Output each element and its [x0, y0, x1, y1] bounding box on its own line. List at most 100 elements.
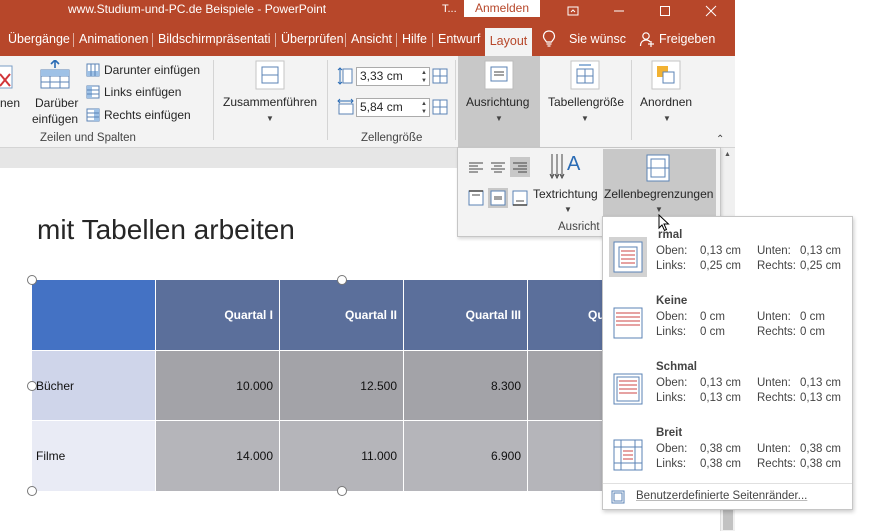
- tab-hilfe[interactable]: Hilfe: [402, 32, 427, 46]
- tab-ansicht[interactable]: Ansicht: [351, 32, 392, 46]
- row-height-icon: [337, 67, 353, 88]
- align-top-icon[interactable]: [466, 188, 486, 208]
- text-direction-label[interactable]: Textrichtung: [533, 187, 598, 201]
- insert-above-label-line1[interactable]: Darüber: [35, 96, 78, 110]
- insert-above-icon[interactable]: [39, 58, 71, 93]
- tab-ueberpruefen[interactable]: Überprüfen: [281, 32, 344, 46]
- chevron-down-icon[interactable]: ▼: [266, 114, 274, 123]
- column-width-input[interactable]: 5,84 cm ▲ ▼: [356, 98, 430, 117]
- align-middle-icon[interactable]: [488, 188, 508, 208]
- insert-below-label[interactable]: Darunter einfügen: [104, 63, 200, 77]
- lightbulb-icon[interactable]: [542, 30, 556, 50]
- person-icon[interactable]: [639, 31, 655, 50]
- minimize-icon[interactable]: [596, 0, 642, 24]
- spin-up-icon[interactable]: ▲: [421, 69, 427, 77]
- arrange-label[interactable]: Anordnen: [640, 95, 692, 109]
- resize-handle[interactable]: [337, 275, 347, 285]
- chevron-down-icon[interactable]: ▼: [663, 114, 671, 123]
- tab-separator: [275, 33, 276, 47]
- margin-right-value: 0,25 cm: [800, 260, 841, 272]
- tell-me-search[interactable]: Sie wünsc: [569, 32, 626, 46]
- table-header-cell[interactable]: Quartal II: [280, 280, 403, 350]
- distribute-rows-icon[interactable]: [432, 67, 448, 88]
- insert-left-icon[interactable]: [86, 85, 100, 102]
- insert-below-icon[interactable]: [86, 63, 100, 80]
- arrange-icon[interactable]: [651, 60, 681, 93]
- distribute-columns-icon[interactable]: [432, 98, 448, 119]
- slide-title[interactable]: mit Tabellen arbeiten: [37, 214, 295, 246]
- custom-margins-item[interactable]: Benutzerdefinierte Seitenränder...: [603, 483, 852, 509]
- context-tab-title[interactable]: T...: [442, 3, 457, 15]
- table-size-label[interactable]: Tabellengröße: [548, 95, 624, 109]
- tab-animationen[interactable]: Animationen: [79, 32, 149, 46]
- spin-down-icon[interactable]: ▼: [421, 108, 427, 116]
- close-icon[interactable]: [688, 0, 734, 24]
- spin-down-icon[interactable]: ▼: [421, 77, 427, 85]
- group-divider: [455, 60, 456, 140]
- share-button[interactable]: Freigeben: [659, 32, 715, 46]
- insert-right-label[interactable]: Rechts einfügen: [104, 108, 191, 122]
- table-size-icon[interactable]: [570, 60, 600, 93]
- alignment-button[interactable]: Ausrichtung ▼: [458, 56, 540, 148]
- insert-left-label[interactable]: Links einfügen: [104, 85, 181, 99]
- margin-option-none[interactable]: Keine Oben: 0 cm Unten: 0 cm Links: 0 cm…: [603, 289, 852, 355]
- tab-entwurf[interactable]: Entwurf: [438, 32, 480, 46]
- chevron-down-icon[interactable]: ▼: [581, 114, 589, 123]
- margin-option-narrow[interactable]: Schmal Oben: 0,13 cm Unten: 0,13 cm Link…: [603, 355, 852, 421]
- table-cell[interactable]: 12.500: [280, 351, 403, 420]
- spin-up-icon[interactable]: ▲: [421, 100, 427, 108]
- margin-left-value: 0 cm: [700, 326, 725, 338]
- table-header-cell[interactable]: Quartal III: [404, 280, 527, 350]
- table-row-label[interactable]: Bücher: [32, 351, 155, 420]
- insert-above-label-line2[interactable]: einfügen: [32, 112, 78, 126]
- margin-top-value: 0,38 cm: [700, 443, 741, 455]
- resize-handle[interactable]: [27, 275, 37, 285]
- text-direction-icon[interactable]: A: [548, 150, 586, 187]
- scroll-thumb[interactable]: [723, 508, 733, 530]
- ribbon-display-options-icon[interactable]: [550, 0, 596, 24]
- merge-label[interactable]: Zusammenführen: [223, 95, 317, 109]
- table-cell[interactable]: 8.300: [404, 351, 527, 420]
- table-row-label[interactable]: Filme: [32, 421, 155, 491]
- table-cell[interactable]: 10.000: [156, 351, 279, 420]
- align-left-icon[interactable]: [466, 157, 486, 177]
- margin-left-label: Links:: [656, 326, 687, 338]
- margin-top-label: Oben:: [656, 245, 688, 257]
- maximize-icon[interactable]: [642, 0, 688, 24]
- resize-handle[interactable]: [337, 486, 347, 496]
- align-bottom-icon[interactable]: [510, 188, 530, 208]
- delete-table-icon[interactable]: [0, 64, 14, 97]
- table-cell[interactable]: [528, 421, 603, 491]
- tab-uebergaenge[interactable]: Übergänge: [8, 32, 70, 46]
- chevron-down-icon[interactable]: ▼: [564, 205, 572, 214]
- table-header-cell[interactable]: Qu: [528, 280, 605, 350]
- merge-icon[interactable]: [255, 60, 285, 93]
- group-label-alignment: Ausricht: [558, 221, 600, 233]
- insert-right-icon[interactable]: [86, 108, 100, 125]
- table-cell[interactable]: 6.900: [404, 421, 527, 491]
- table-header-cell[interactable]: Quartal I: [156, 280, 279, 350]
- tab-bildschirmpraesentation[interactable]: Bildschirmpräsentatic: [158, 32, 271, 46]
- resize-handle[interactable]: [27, 381, 37, 391]
- align-center-icon[interactable]: [488, 157, 508, 177]
- align-right-icon[interactable]: [510, 157, 530, 177]
- group-divider: [213, 60, 214, 140]
- margin-option-wide[interactable]: Breit Oben: 0,38 cm Unten: 0,38 cm Links…: [603, 421, 852, 487]
- margin-left-label: Links:: [656, 392, 687, 404]
- collapse-ribbon-icon[interactable]: ⌃: [716, 134, 724, 145]
- row-height-input[interactable]: 3,33 cm ▲ ▼: [356, 67, 430, 86]
- table-cell[interactable]: 11.000: [280, 421, 403, 491]
- cell-margins-icon: [645, 153, 671, 186]
- table-cell[interactable]: [528, 351, 603, 420]
- group-divider: [327, 60, 328, 140]
- tab-layout[interactable]: Layout: [485, 28, 532, 56]
- resize-handle[interactable]: [27, 486, 37, 496]
- margin-bottom-label: Unten:: [757, 443, 791, 455]
- margin-option-normal[interactable]: rmal Oben: 0,13 cm Unten: 0,13 cm Links:…: [603, 223, 852, 289]
- table-header-cell[interactable]: [32, 280, 155, 350]
- signin-button[interactable]: Anmelden: [464, 0, 540, 17]
- margin-bottom-value: 0 cm: [800, 311, 825, 323]
- table-cell[interactable]: 14.000: [156, 421, 279, 491]
- scroll-up-icon[interactable]: ▲: [724, 151, 731, 158]
- cell-margins-button[interactable]: Zellenbegrenzungen ▼: [603, 149, 716, 219]
